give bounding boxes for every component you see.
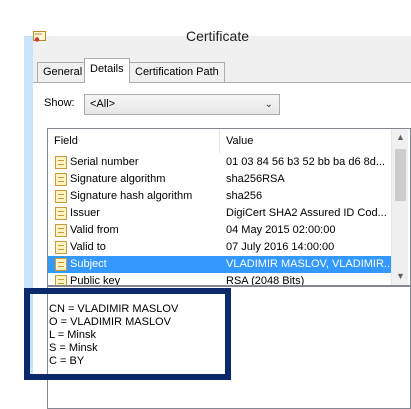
highlight-box: [24, 288, 231, 380]
tab-general[interactable]: General: [37, 62, 89, 82]
field-name: Issuer: [70, 207, 100, 219]
field-value: VLADIMIR MASLOV, VLADIMIR...: [226, 258, 392, 270]
certificate-field-icon: [55, 224, 67, 237]
certificate-field-icon: [55, 156, 67, 169]
fields-list[interactable]: Field Value Serial number 01 03 84 56 b3…: [47, 128, 411, 286]
scroll-down-arrow-icon[interactable]: ▼: [392, 268, 409, 285]
certificate-field-icon: [55, 258, 67, 271]
field-value: DigiCert SHA2 Assured ID Cod...: [226, 207, 387, 219]
tab-details[interactable]: Details: [84, 58, 130, 83]
scroll-up-arrow-icon[interactable]: ▲: [392, 129, 409, 146]
list-row[interactable]: Valid from 04 May 2015 02:00:00: [48, 222, 392, 239]
list-row[interactable]: Serial number 01 03 84 56 b3 52 bb ba d6…: [48, 154, 392, 171]
certificate-field-icon: [55, 173, 67, 186]
field-name: Subject: [70, 258, 107, 270]
show-label: Show:: [44, 97, 75, 109]
certificate-field-icon: [55, 275, 67, 285]
field-value: RSA (2048 Bits): [226, 275, 305, 286]
show-dropdown[interactable]: <All> ⌄: [84, 94, 280, 115]
field-value: sha256RSA: [226, 173, 285, 185]
window-title: Certificate: [185, 28, 250, 44]
chevron-down-icon: ⌄: [264, 99, 273, 110]
list-row[interactable]: Public key RSA (2048 Bits): [48, 273, 392, 286]
tab-certification-path[interactable]: Certification Path: [129, 62, 225, 82]
column-header-value[interactable]: Value: [220, 129, 392, 153]
certificate-field-icon: [55, 207, 67, 220]
field-name: Signature algorithm: [70, 173, 166, 185]
field-value: 01 03 84 56 b3 52 bb ba d6 8d...: [226, 156, 386, 168]
list-row-selected[interactable]: Subject VLADIMIR MASLOV, VLADIMIR...: [48, 256, 392, 273]
field-name: Serial number: [70, 156, 139, 168]
certificate-field-icon: [55, 190, 67, 203]
field-value: 04 May 2015 02:00:00: [226, 224, 336, 236]
list-row[interactable]: Signature algorithm sha256RSA: [48, 171, 392, 188]
field-name: Public key: [70, 275, 121, 286]
field-name: Valid to: [70, 241, 106, 253]
show-dropdown-value: <All>: [90, 98, 116, 110]
field-name: Signature hash algorithm: [70, 190, 193, 202]
list-row[interactable]: Issuer DigiCert SHA2 Assured ID Cod...: [48, 205, 392, 222]
column-header-field[interactable]: Field: [48, 129, 220, 153]
list-row[interactable]: Signature hash algorithm sha256: [48, 188, 392, 205]
field-value: sha256: [226, 190, 263, 202]
scrollbar-thumb[interactable]: [395, 149, 406, 201]
list-scrollbar[interactable]: ▲ ▼: [391, 129, 408, 285]
list-row[interactable]: Valid to 07 July 2016 14:00:00: [48, 239, 392, 256]
certificate-field-icon: [55, 241, 67, 254]
field-value: 07 July 2016 14:00:00: [226, 241, 335, 253]
field-name: Valid from: [70, 224, 119, 236]
